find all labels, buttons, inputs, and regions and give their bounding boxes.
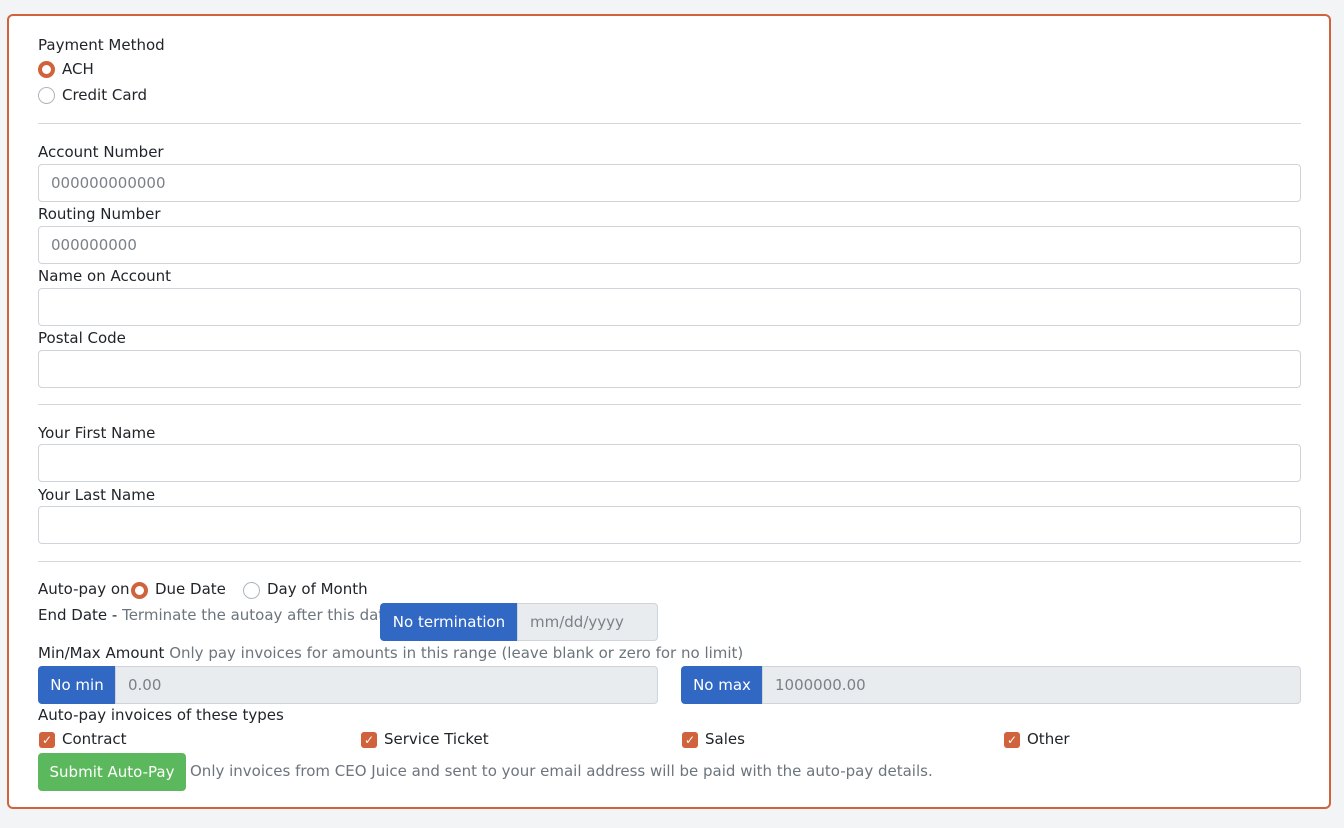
day-of-month-label[interactable]: Day of Month bbox=[267, 579, 368, 599]
ach-radio[interactable] bbox=[38, 61, 55, 78]
first-name-input[interactable] bbox=[38, 444, 1301, 482]
contract-checkbox[interactable]: ✓ bbox=[39, 732, 55, 748]
divider bbox=[38, 561, 1301, 562]
ach-label[interactable]: ACH bbox=[62, 59, 94, 79]
first-name-label: Your First Name bbox=[38, 424, 156, 442]
end-date-input[interactable] bbox=[517, 603, 658, 641]
other-label[interactable]: Other bbox=[1027, 729, 1070, 749]
amount-label: Min/Max Amount bbox=[38, 644, 165, 662]
autopay-on-label: Auto-pay on bbox=[38, 580, 130, 598]
due-date-radio[interactable] bbox=[131, 582, 148, 599]
amount-row: Min/Max Amount Only pay invoices for amo… bbox=[38, 643, 743, 663]
end-date-help: Terminate the autoay after this date bbox=[122, 606, 394, 624]
no-termination-button[interactable]: No termination bbox=[380, 603, 518, 641]
end-date-row: End Date - Terminate the autoay after th… bbox=[38, 605, 393, 625]
name-on-account-input[interactable] bbox=[38, 288, 1301, 326]
max-amount-input[interactable] bbox=[762, 666, 1301, 704]
payment-method-label: Payment Method bbox=[38, 36, 165, 54]
last-name-label: Your Last Name bbox=[38, 486, 156, 504]
other-checkbox[interactable]: ✓ bbox=[1004, 732, 1020, 748]
routing-number-input[interactable] bbox=[38, 226, 1301, 264]
no-min-button[interactable]: No min bbox=[38, 666, 116, 704]
credit-card-label[interactable]: Credit Card bbox=[62, 85, 147, 105]
day-of-month-radio[interactable] bbox=[243, 582, 260, 599]
service-ticket-checkbox[interactable]: ✓ bbox=[361, 732, 377, 748]
account-number-label: Account Number bbox=[38, 143, 164, 161]
credit-card-radio[interactable] bbox=[38, 87, 55, 104]
invoice-types-label: Auto-pay invoices of these types bbox=[38, 706, 284, 724]
submit-note: Only invoices from CEO Juice and sent to… bbox=[190, 762, 933, 780]
service-ticket-label[interactable]: Service Ticket bbox=[384, 729, 489, 749]
account-number-input[interactable] bbox=[38, 164, 1301, 202]
divider bbox=[38, 404, 1301, 405]
routing-number-label: Routing Number bbox=[38, 205, 161, 223]
no-max-button[interactable]: No max bbox=[681, 666, 763, 704]
sales-label[interactable]: Sales bbox=[705, 729, 745, 749]
min-amount-input[interactable] bbox=[115, 666, 658, 704]
submit-autopay-button[interactable]: Submit Auto-Pay bbox=[38, 753, 186, 791]
name-on-account-label: Name on Account bbox=[38, 267, 172, 285]
divider bbox=[38, 123, 1301, 124]
autopay-form-card: Payment Method ACH Credit Card Account N… bbox=[7, 14, 1331, 809]
end-date-label: End Date - bbox=[38, 606, 118, 624]
postal-code-label: Postal Code bbox=[38, 329, 126, 347]
contract-label[interactable]: Contract bbox=[62, 729, 127, 749]
last-name-input[interactable] bbox=[38, 506, 1301, 544]
due-date-label[interactable]: Due Date bbox=[155, 579, 226, 599]
postal-code-input[interactable] bbox=[38, 350, 1301, 388]
amount-help: Only pay invoices for amounts in this ra… bbox=[169, 644, 744, 662]
sales-checkbox[interactable]: ✓ bbox=[682, 732, 698, 748]
